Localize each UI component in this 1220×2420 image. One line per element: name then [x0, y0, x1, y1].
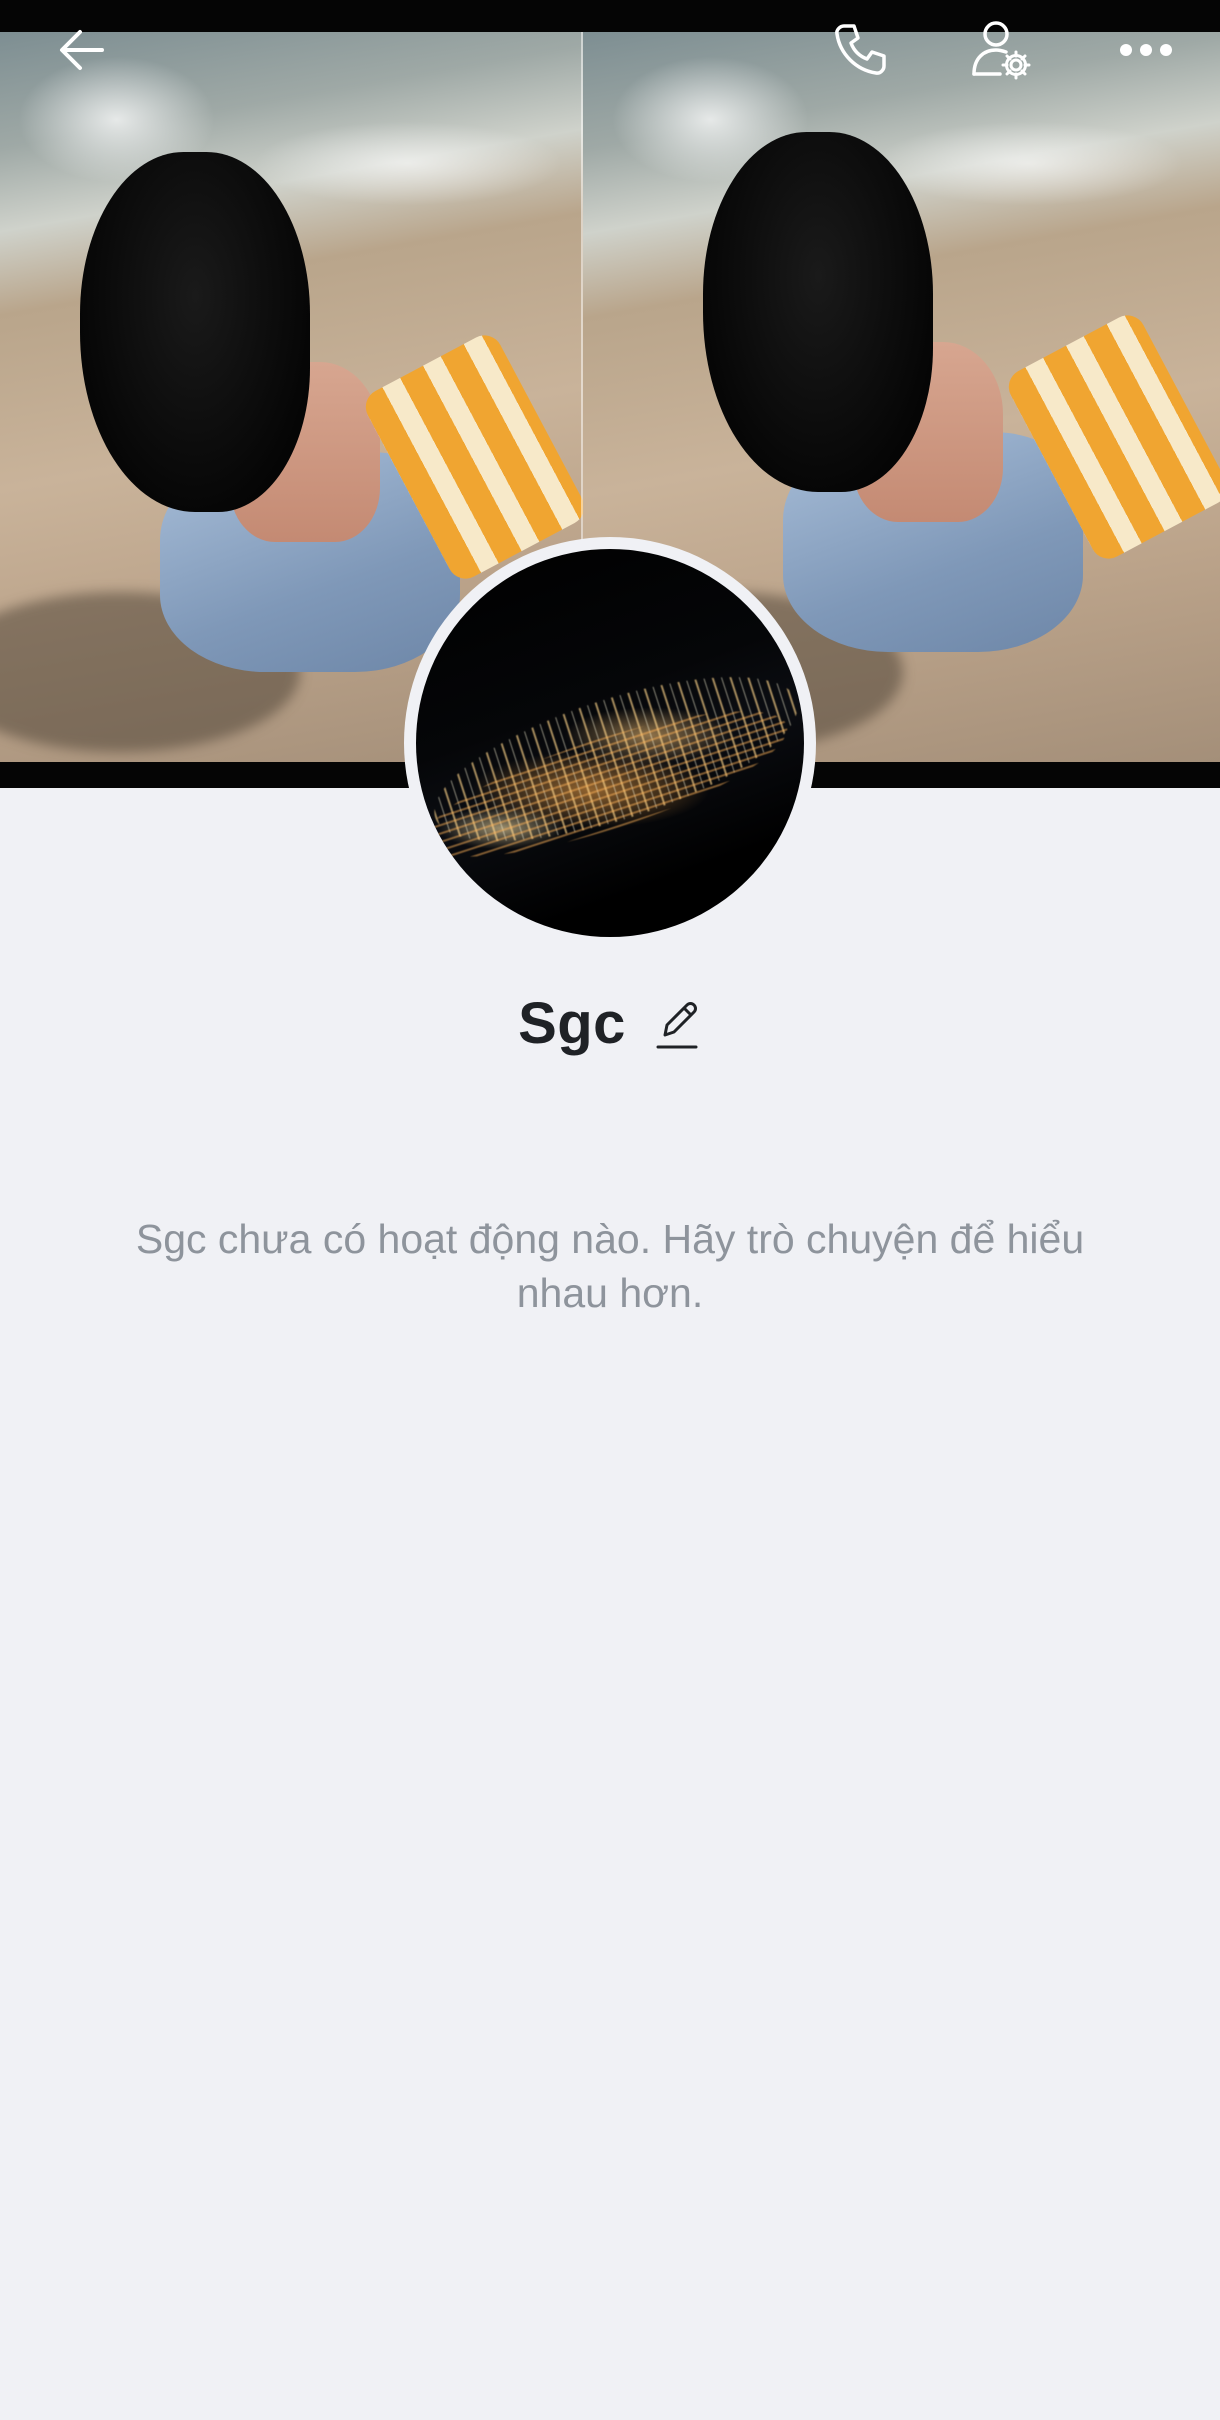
- arrow-left-icon: [54, 22, 110, 78]
- pencil-icon: [655, 997, 699, 1056]
- more-horizontal-icon: [1118, 40, 1174, 60]
- phone-icon: [830, 20, 890, 80]
- profile-settings-button[interactable]: [966, 14, 1038, 86]
- profile-name: Sgc: [518, 991, 626, 1056]
- avatar[interactable]: [404, 537, 816, 949]
- profile-screen: Sgc Sgc chưa có hoạt động nào. Hãy trò c…: [0, 0, 1220, 2420]
- edit-name-button[interactable]: [652, 997, 702, 1057]
- profile-name-row: Sgc: [0, 990, 1220, 1057]
- avatar-image: [416, 549, 804, 937]
- user-settings-icon: [970, 18, 1034, 82]
- call-button[interactable]: [824, 14, 896, 86]
- back-button[interactable]: [46, 14, 118, 86]
- empty-activity-message: Sgc chưa có hoạt động nào. Hãy trò chuyệ…: [135, 1216, 1085, 1316]
- more-options-button[interactable]: [1110, 14, 1182, 86]
